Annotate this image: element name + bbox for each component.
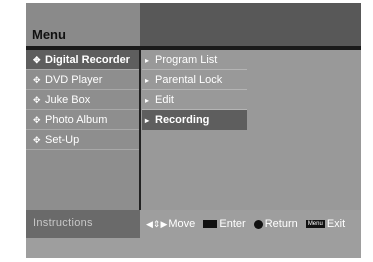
header-left: Menu [26,3,140,46]
enter-label: Enter [219,218,246,231]
footer: Instructions ◀⇕▶Move Enter Return Menu Ex… [26,210,361,238]
enter-key-icon [203,220,218,229]
arrow-right-icon: ▸ [145,56,150,65]
menu-key-icon: Menu [305,220,325,229]
bullet-icon: ✥ [33,95,41,105]
arrow-right-icon: ▸ [145,96,150,105]
vertical-divider [139,50,141,210]
bullet-icon: ✥ [33,55,41,65]
sidebar-item-label: Photo Album [45,114,108,126]
submenu-item-label: Edit [155,94,174,106]
submenu-item-edit[interactable]: ▸ Edit [142,90,247,110]
key-legend: ◀⇕▶Move Enter Return Menu Exit [146,218,345,230]
return-label: Return [264,218,298,231]
arrow-right-icon: ▸ [145,76,150,85]
exit-label: Exit [326,218,346,231]
submenu-item-label: Recording [155,114,210,126]
header: Menu [26,3,361,46]
submenu-item-label: Parental Lock [155,74,223,86]
submenu-item-label: Program List [155,54,218,66]
sidebar-item-photo-album[interactable]: ✥ Photo Album [26,110,139,130]
menu-screen: Menu ✥ Digital Recorder ✥ DVD Player ✥ Juke… [26,3,361,258]
instructions-label: Instructions [33,217,93,229]
sidebar-item-label: DVD Player [45,74,103,86]
sidebar-item-label: Juke Box [45,94,91,106]
bullet-icon: ✥ [33,135,41,145]
move-arrows-icon: ◀⇕▶ [146,218,168,229]
sidebar-item-digital-recorder[interactable]: ✥ Digital Recorder [26,50,139,70]
sidebar-item-label: Set-Up [45,134,80,146]
bullet-icon: ✥ [33,115,41,125]
submenu-item-program-list[interactable]: ▸ Program List [142,50,247,70]
sidebar-item-label: Digital Recorder [45,54,130,66]
submenu-item-parental-lock[interactable]: ▸ Parental Lock [142,70,247,90]
bullet-icon: ✥ [33,75,41,85]
submenu-item-recording[interactable]: ▸ Recording [142,110,247,130]
return-key-icon [253,219,263,229]
move-label: Move [168,218,196,231]
sidebar-item-juke-box[interactable]: ✥ Juke Box [26,90,139,110]
sidebar-item-set-up[interactable]: ✥ Set-Up [26,130,139,150]
sidebar-item-dvd-player[interactable]: ✥ DVD Player [26,70,139,90]
footer-bottom [26,238,361,258]
instructions-panel: Instructions [26,210,140,238]
header-right [140,3,361,46]
arrow-right-icon: ▸ [145,116,150,125]
menu-title: Menu [32,27,66,42]
